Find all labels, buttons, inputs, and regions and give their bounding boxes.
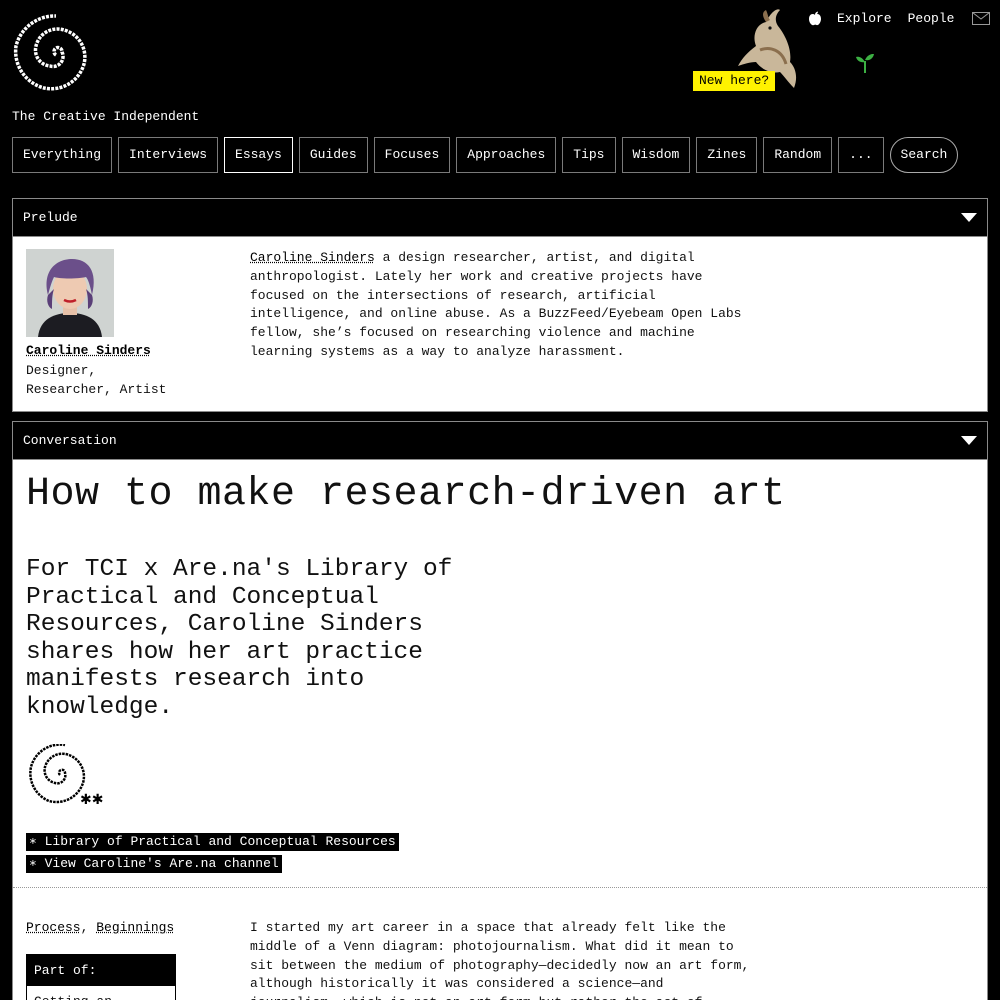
top-nav: Explore People: [808, 11, 990, 26]
search-button[interactable]: Search: [890, 137, 959, 173]
tab-tips[interactable]: Tips: [562, 137, 615, 173]
apple-icon[interactable]: [808, 11, 822, 26]
tab-everything[interactable]: Everything: [12, 137, 112, 173]
conversation-title: Conversation: [23, 433, 117, 448]
article-body: I started my art career in a space that …: [250, 919, 750, 1000]
category-nav: Everything Interviews Essays Guides Focu…: [12, 137, 958, 173]
bio-name-link[interactable]: Caroline Sinders: [250, 250, 375, 265]
svg-text:✱✱: ✱✱: [80, 792, 103, 808]
caret-down-icon[interactable]: [961, 436, 977, 445]
arena-channel-link[interactable]: ∗ View Caroline's Are.na channel: [26, 855, 282, 873]
part-of-box: Part of: Getting an: [26, 954, 176, 1000]
mail-icon[interactable]: [972, 12, 990, 25]
avatar[interactable]: [26, 249, 114, 337]
tab-approaches[interactable]: Approaches: [456, 137, 556, 173]
tab-guides[interactable]: Guides: [299, 137, 368, 173]
person-role: Designer, Researcher, Artist: [26, 361, 186, 399]
site-title[interactable]: The Creative Independent: [12, 109, 199, 124]
sprout-icon[interactable]: [855, 51, 875, 73]
part-of-header: Part of:: [27, 955, 175, 986]
conversation-panel: How to make research-driven art For TCI …: [12, 459, 988, 1000]
caret-down-icon[interactable]: [961, 213, 977, 222]
tab-random[interactable]: Random: [763, 137, 832, 173]
person-role-line1: Designer,: [26, 361, 186, 380]
new-here-badge[interactable]: New here?: [693, 71, 775, 91]
bio-body: a design researcher, artist, and digital…: [250, 250, 741, 359]
topics: Process, Beginnings: [26, 920, 174, 935]
spiral-logo-icon[interactable]: [12, 14, 100, 96]
topic-process[interactable]: Process: [26, 920, 81, 935]
person-role-line2: Researcher, Artist: [26, 380, 186, 399]
explore-link[interactable]: Explore: [837, 11, 892, 26]
article-dek: For TCI x Are.na's Library of Practical …: [26, 556, 486, 721]
prelude-title: Prelude: [23, 210, 78, 225]
topic-beginnings[interactable]: Beginnings: [96, 920, 174, 935]
prelude-panel: Caroline Sinders Designer, Researcher, A…: [12, 236, 988, 412]
conversation-header[interactable]: Conversation: [12, 421, 988, 460]
person-name-link[interactable]: Caroline Sinders: [26, 343, 151, 358]
prelude-header[interactable]: Prelude: [12, 198, 988, 237]
divider: [13, 887, 987, 888]
tab-focuses[interactable]: Focuses: [374, 137, 451, 173]
part-of-item[interactable]: Getting an: [27, 986, 175, 1000]
people-link[interactable]: People: [908, 11, 955, 26]
bio-text: Caroline Sinders a design researcher, ar…: [250, 249, 750, 362]
tab-wisdom[interactable]: Wisdom: [622, 137, 691, 173]
spiral-icon: ✱✱: [26, 744, 106, 810]
tab-interviews[interactable]: Interviews: [118, 137, 218, 173]
article-headline: How to make research-driven art: [26, 472, 786, 517]
tab-zines[interactable]: Zines: [696, 137, 757, 173]
tab-essays[interactable]: Essays: [224, 137, 293, 173]
tab-more[interactable]: ...: [838, 137, 883, 173]
library-link[interactable]: ∗ Library of Practical and Conceptual Re…: [26, 833, 399, 851]
